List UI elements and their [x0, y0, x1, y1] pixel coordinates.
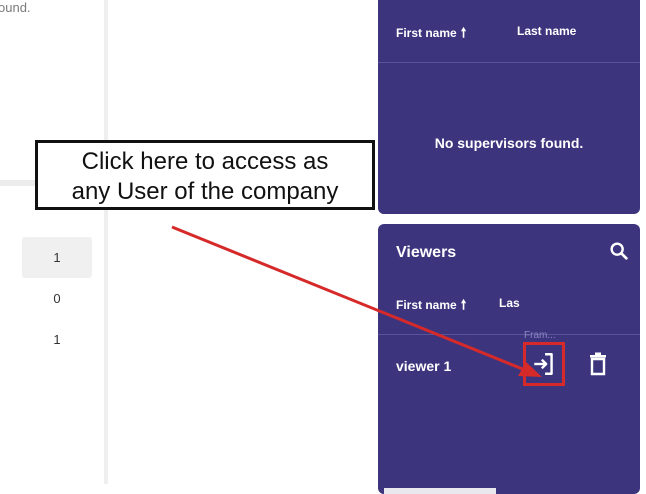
scrollbar[interactable] [384, 488, 496, 494]
callout-line: any User of the company [71, 178, 339, 205]
annotation-arrow [171, 225, 542, 377]
callout-line: Click here to access as [81, 148, 329, 175]
instruction-callout: Click here to access as any User of the … [35, 140, 375, 210]
